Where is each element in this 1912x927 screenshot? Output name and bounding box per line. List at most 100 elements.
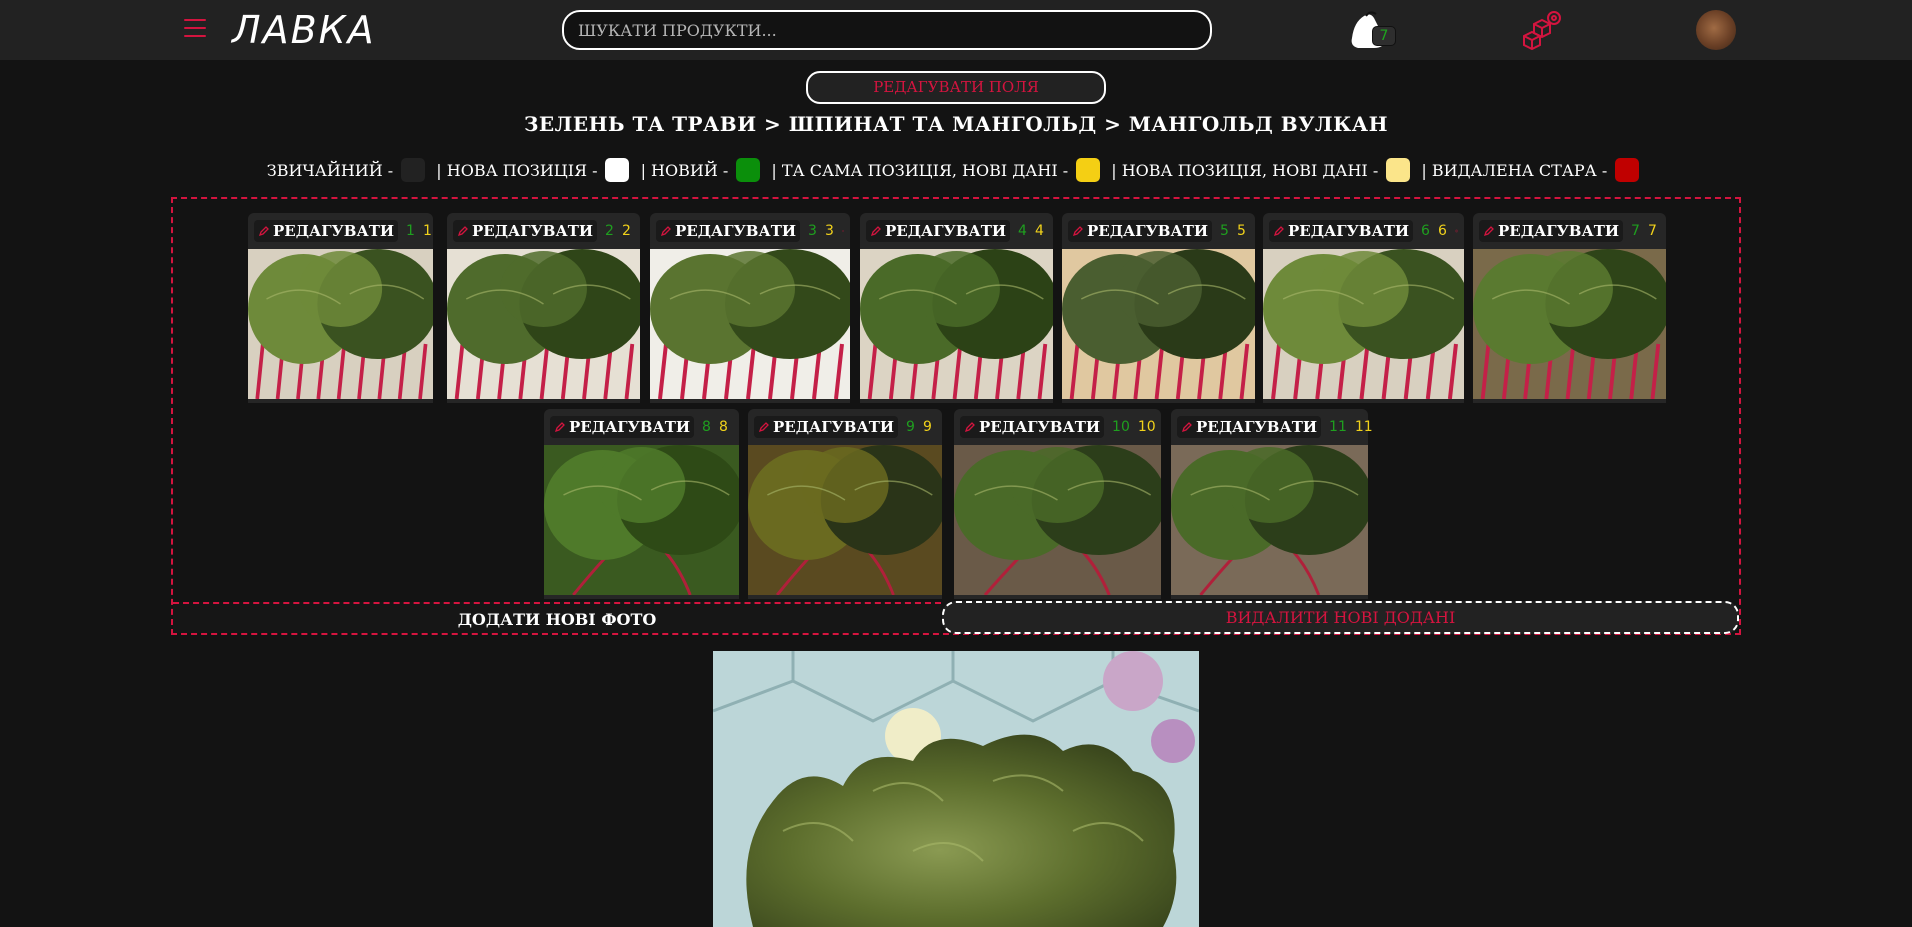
photo-index: 11 (1329, 419, 1347, 435)
edit-photo-button[interactable]: РЕДАГУВАТИ (550, 416, 695, 438)
photo-thumbnail[interactable] (650, 249, 855, 400)
edit-photo-button[interactable]: РЕДАГУВАТИ (960, 416, 1105, 438)
photo-order: 5 (1236, 223, 1246, 239)
photo-index: 3 (808, 223, 817, 239)
photo-index: 5 (1220, 223, 1229, 239)
cubes-icon[interactable] (1520, 10, 1564, 51)
edit-photo-button[interactable]: РЕДАГУВАТИ (1068, 220, 1213, 242)
add-new-photos-button[interactable]: додати нові фото (173, 602, 941, 633)
photo-thumbnail[interactable] (544, 445, 744, 596)
photo-index: 10 (1112, 419, 1130, 435)
photo-thumbnail[interactable] (1171, 445, 1373, 596)
photo-toolbar: РЕДАГУВАТИ 8 8 (544, 409, 739, 445)
photo-thumbnail[interactable] (1473, 249, 1671, 400)
edit-photo-button[interactable]: РЕДАГУВАТИ (453, 220, 598, 242)
edit-photo-button[interactable]: РЕДАГУВАТИ (656, 220, 801, 242)
photo-order: 8 (718, 419, 728, 435)
edit-label: РЕДАГУВАТИ (569, 418, 691, 436)
photo-thumbnail[interactable] (1062, 249, 1260, 400)
pencil-icon (660, 226, 671, 237)
edit-photo-button[interactable]: РЕДАГУВАТИ (1479, 220, 1624, 242)
photo-card: РЕДАГУВАТИ 7 7 (1473, 213, 1671, 403)
photo-card: РЕДАГУВАТИ 10 10 (954, 409, 1167, 599)
legend-item: | новий - (641, 158, 767, 182)
edit-fields-button[interactable]: редагувати поля (806, 71, 1106, 104)
photo-gallery: РЕДАГУВАТИ 1 1 РЕДАГУВАТИ 2 2 РЕДАГУВАТИ 3 3 Р… (171, 197, 1741, 635)
hamburger-menu-icon[interactable] (184, 19, 206, 39)
delete-new-added-button[interactable]: видалити нові додані (942, 601, 1739, 634)
pencil-icon (758, 422, 769, 433)
cart-button[interactable]: 7 (1348, 10, 1400, 50)
legend-swatch (605, 158, 630, 182)
photo-order: 9 (922, 419, 932, 435)
photo-card: РЕДАГУВАТИ 4 4 (860, 213, 1058, 403)
photo-toolbar: РЕДАГУВАТИ 3 3 (650, 213, 850, 249)
remove-photo-icon[interactable] (1455, 222, 1458, 240)
legend-label: | новий - (640, 160, 729, 180)
photo-order: 10 (1137, 419, 1156, 435)
photo-thumbnail[interactable] (860, 249, 1058, 400)
edit-photo-button[interactable]: РЕДАГУВАТИ (1177, 416, 1322, 438)
photo-thumbnail[interactable] (954, 445, 1167, 596)
photo-index: 6 (1421, 223, 1430, 239)
photo-card: РЕДАГУВАТИ 3 3 (650, 213, 855, 403)
photo-index: 1 (406, 223, 415, 239)
photo-toolbar: РЕДАГУВАТИ 5 5 (1062, 213, 1255, 249)
pencil-icon (457, 226, 468, 237)
edit-label: РЕДАГУВАТИ (273, 222, 395, 240)
photo-index: 7 (1631, 223, 1640, 239)
edit-label: РЕДАГУВАТИ (472, 222, 594, 240)
edit-label: РЕДАГУВАТИ (1087, 222, 1209, 240)
legend-item: | видалена стара - (1421, 158, 1645, 182)
pencil-icon (1483, 226, 1494, 237)
legend-label: | та сама позиція, нові дані - (771, 160, 1069, 180)
photo-card: РЕДАГУВАТИ 1 1 (248, 213, 438, 403)
edit-label: РЕДАГУВАТИ (979, 418, 1101, 436)
photo-card: РЕДАГУВАТИ 5 5 (1062, 213, 1260, 403)
main-product-photo[interactable] (713, 651, 1199, 927)
legend-swatch (1615, 158, 1640, 182)
remove-photo-icon[interactable] (842, 222, 844, 240)
search-input[interactable] (562, 10, 1212, 50)
photo-index: 9 (906, 419, 915, 435)
edit-label: РЕДАГУВАТИ (885, 222, 1007, 240)
legend-label: | видалена стара - (1421, 160, 1608, 180)
avatar[interactable] (1696, 10, 1736, 50)
photo-index: 2 (605, 223, 614, 239)
edit-label: РЕДАГУВАТИ (1498, 222, 1620, 240)
photo-toolbar: РЕДАГУВАТИ 7 7 (1473, 213, 1666, 249)
header-bar: ЛАВКА 7 (0, 0, 1912, 60)
pencil-icon (1181, 422, 1192, 433)
legend-swatch (401, 158, 426, 182)
edit-label: РЕДАГУВАТИ (1288, 222, 1410, 240)
photo-card: РЕДАГУВАТИ 11 11 (1171, 409, 1373, 599)
edit-photo-button[interactable]: РЕДАГУВАТИ (866, 220, 1011, 242)
photo-order: 2 (621, 223, 631, 239)
photo-thumbnail[interactable] (1263, 249, 1470, 400)
photo-toolbar: РЕДАГУВАТИ 4 4 (860, 213, 1053, 249)
legend-swatch (1076, 158, 1101, 182)
pencil-icon (964, 422, 975, 433)
photo-toolbar: РЕДАГУВАТИ 9 9 (748, 409, 942, 445)
photo-index: 4 (1018, 223, 1027, 239)
photo-toolbar: РЕДАГУВАТИ 11 11 (1171, 409, 1373, 445)
photo-order: 4 (1034, 223, 1044, 239)
photo-thumbnail[interactable] (248, 249, 438, 400)
pencil-icon (1072, 226, 1083, 237)
photo-thumbnail[interactable] (447, 249, 645, 400)
edit-photo-button[interactable]: РЕДАГУВАТИ (1269, 220, 1414, 242)
cart-count-badge: 7 (1372, 26, 1396, 46)
logo[interactable]: ЛАВКА (232, 8, 376, 52)
edit-photo-button[interactable]: РЕДАГУВАТИ (254, 220, 399, 242)
photo-toolbar: РЕДАГУВАТИ 2 2 (447, 213, 640, 249)
edit-label: РЕДАГУВАТИ (773, 418, 895, 436)
photo-card: РЕДАГУВАТИ 2 2 (447, 213, 645, 403)
photo-toolbar: РЕДАГУВАТИ 10 10 (954, 409, 1161, 445)
photo-card: РЕДАГУВАТИ 8 8 (544, 409, 744, 599)
edit-photo-button[interactable]: РЕДАГУВАТИ (754, 416, 899, 438)
breadcrumb: ЗЕЛЕНЬ ТА ТРАВИ > ШПИНАТ ТА МАНГОЛЬД > М… (523, 112, 1388, 136)
status-legend: звичайний - | нова позиція - | новий - |… (0, 158, 1912, 182)
edit-label: РЕДАГУВАТИ (675, 222, 797, 240)
photo-order: 3 (824, 223, 834, 239)
photo-thumbnail[interactable] (748, 445, 947, 596)
